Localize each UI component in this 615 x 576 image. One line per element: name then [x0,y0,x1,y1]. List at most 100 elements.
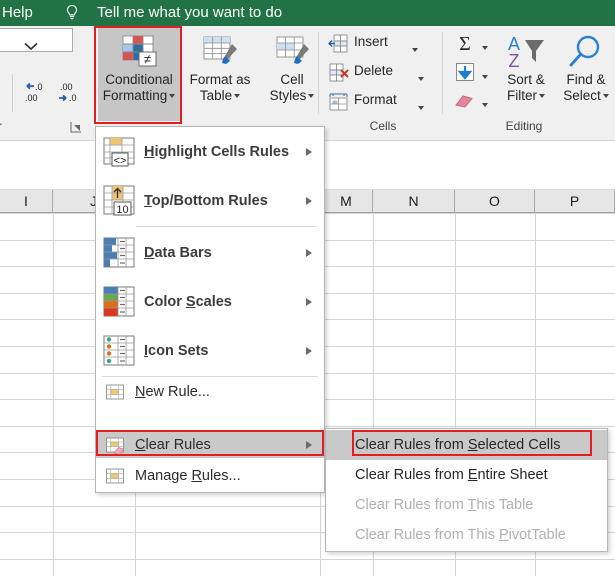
ribbon-group-cells: Insert Delete Format Cells [318,26,442,141]
menu-divider [102,376,318,377]
help-tab[interactable]: Help [2,2,33,24]
insert-cells-button[interactable]: Insert [327,30,440,59]
ribbon-group-editing: Σ A Z Sort & Filter Find & Select Editin… [442,26,615,141]
submenu-label-clear-this-pivottable: Clear Rules from This PivotTable [355,527,566,543]
submenu-item-clear-this-pivottable: Clear Rules from This PivotTable [326,520,607,550]
delete-cells-label: Delete [354,63,394,78]
chevron-down-icon [308,94,315,99]
svg-text:Σ: Σ [459,33,471,54]
submenu-label-clear-this-table: Clear Rules from This Table [355,497,534,513]
menu-item-highlight-cells-rules[interactable]: <> Highlight Cells Rules [96,127,324,176]
ribbon-titlebar: Help Tell me what you want to do [0,0,615,26]
ribbon: .0 .00 .00 .0 r [0,26,615,141]
svg-text:.00: .00 [25,93,38,103]
svg-text:≠: ≠ [144,52,151,67]
fill-down-icon[interactable] [454,61,476,83]
svg-text:10: 10 [116,204,128,216]
column-header-I[interactable]: I [0,190,53,213]
find-select-label-line1: Find & [566,72,606,87]
fill-chevron-down-icon[interactable] [480,68,488,79]
chevron-down-icon [234,94,241,99]
format-cells-button[interactable]: Format [328,88,440,115]
conditional-formatting-icon: ≠ [119,34,159,70]
ribbon-group-label-number: r [0,119,2,133]
ribbon-group-styles: ≠ Conditional Formatting Format as Table… [96,26,324,141]
menu-item-data-bars[interactable]: Data Bars [96,228,324,277]
sort-filter-label-line2: Filter [507,88,537,103]
menu-item-manage-rules[interactable]: Manage Rules... [96,463,324,489]
submenu-arrow-icon [306,297,312,306]
menu-item-color-scales[interactable]: Color Scales [96,277,324,326]
insert-cells-label: Insert [354,34,388,49]
submenu-arrow-icon [306,196,312,205]
conditional-formatting-label-line1: Conditional [105,72,173,87]
ribbon-group-number: .0 .00 .00 .0 r [0,26,90,141]
number-format-dropdown[interactable] [0,28,73,52]
menu-label-highlight-cells-rules: Highlight Cells Rules [144,143,290,160]
menu-label-top-bottom-rules: Top/Bottom Rules [144,192,268,209]
increase-decimal-icon[interactable]: .00 .0 [56,82,86,104]
menu-item-top-bottom-rules[interactable]: 10 Top/Bottom Rules [96,176,324,225]
group-divider [318,32,319,114]
menu-item-icon-sets[interactable]: Icon Sets [96,326,324,375]
autosum-chevron-down-icon[interactable] [480,39,488,50]
submenu-item-clear-entire-sheet[interactable]: Clear Rules from Entire Sheet [326,460,607,490]
ribbon-group-label-cells: Cells [369,119,397,133]
decrease-decimal-icon[interactable]: .0 .00 [22,82,52,104]
group-divider [442,32,443,114]
clear-rules-icon [105,435,125,455]
group-divider [12,74,13,112]
chevron-down-icon[interactable] [416,99,424,117]
column-header-N[interactable]: N [373,190,455,213]
grid-row-line [0,559,615,560]
clear-chevron-down-icon[interactable] [480,96,488,107]
top-bottom-rules-icon: 10 [101,183,137,219]
highlight-cells-rules-icon: <> [101,134,137,170]
cell-styles-label-line2: Styles [269,88,307,103]
menu-item-new-rule[interactable]: New Rule... [96,379,324,405]
svg-text:.00: .00 [60,82,73,92]
sort-and-filter-button[interactable]: A Z Sort & Filter [496,28,556,118]
format-cells-label: Format [354,92,397,107]
find-select-label-line2: Select [563,88,601,103]
column-header-P[interactable]: P [535,190,615,213]
insert-cells-icon [327,33,349,54]
format-as-table-label-line1: Format as [189,72,251,87]
column-header-O[interactable]: O [455,190,535,213]
conditional-formatting-label-line2: Formatting [102,88,168,103]
menu-label-new-rule: New Rule... [135,384,210,400]
submenu-item-clear-selected-cells[interactable]: Clear Rules from Selected Cells [326,430,607,460]
menu-label-manage-rules: Manage Rules... [135,468,241,484]
autosum-sigma-icon[interactable]: Σ [454,32,476,55]
clear-rules-submenu[interactable]: Clear Rules from Selected Cells Clear Ru… [325,428,608,552]
icon-sets-icon [101,333,137,369]
submenu-label-clear-entire-sheet: Clear Rules from Entire Sheet [355,467,548,483]
find-select-magnifier-icon [564,32,608,72]
dialog-launcher-icon[interactable] [70,120,82,133]
menu-label-color-scales: Color Scales [144,293,232,310]
conditional-formatting-dropdown-menu[interactable]: <> Highlight Cells Rules 10 Top/Bottom R… [95,126,325,493]
grid-column-line [53,213,54,576]
color-scales-icon [101,284,137,320]
column-header-M[interactable]: M [320,190,373,213]
conditional-formatting-button[interactable]: ≠ Conditional Formatting [98,28,180,121]
format-as-table-button[interactable]: Format as Table [184,28,256,121]
menu-item-clear-rules[interactable]: Clear Rules [96,432,324,458]
chevron-down-icon[interactable] [416,70,424,88]
submenu-arrow-icon [306,147,312,156]
format-cells-icon [328,91,349,112]
data-bars-icon [101,235,137,271]
chevron-down-icon [539,94,545,99]
sort-filter-label-line1: Sort & [507,72,545,87]
delete-cells-button[interactable]: Delete [328,59,440,86]
menu-label-icon-sets: Icon Sets [144,342,209,359]
clear-eraser-icon[interactable] [453,90,475,112]
format-as-table-icon [200,34,240,70]
manage-rules-icon [105,466,125,486]
new-rule-icon [105,382,125,402]
svg-text:Z: Z [509,51,520,71]
chevron-down-icon[interactable] [410,41,418,59]
submenu-item-clear-this-table: Clear Rules from This Table [326,490,607,520]
tell-me-search-box[interactable]: Tell me what you want to do [97,2,282,24]
find-and-select-button[interactable]: Find & Select [556,28,615,118]
